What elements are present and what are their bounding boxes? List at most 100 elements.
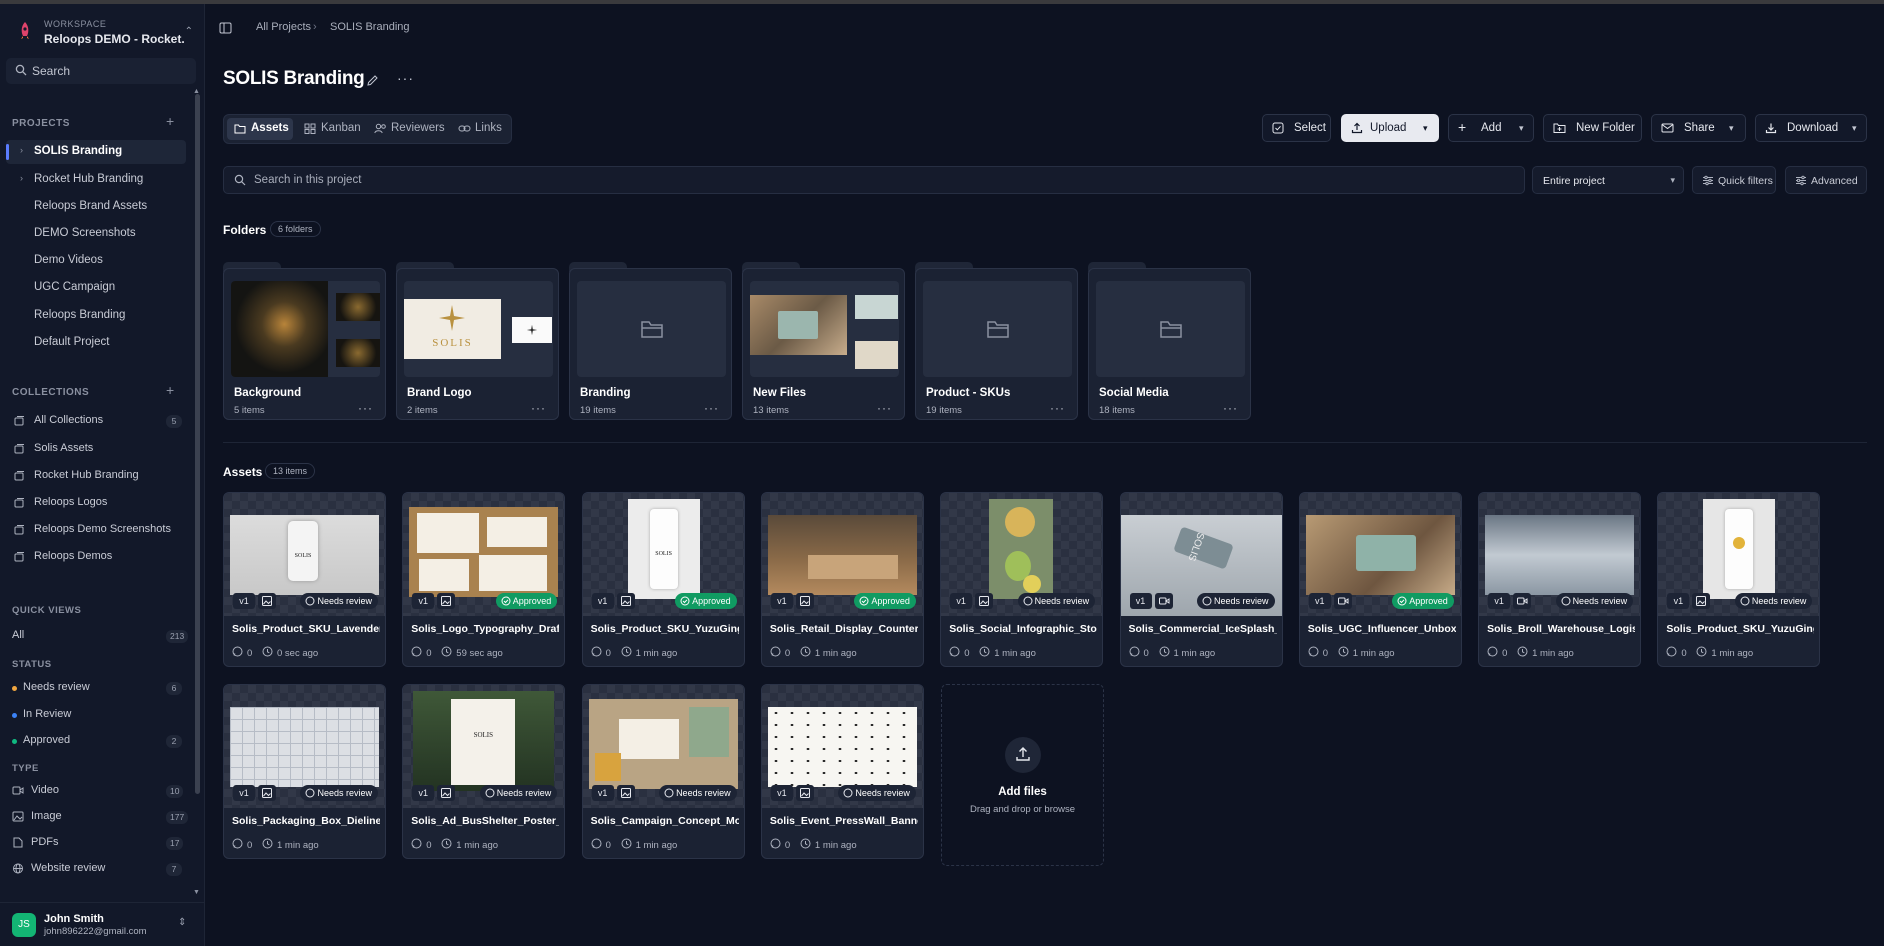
asset-card[interactable]: SOLIS v1 Needs review Solis_Commercial_IceS… (1119, 492, 1283, 667)
folder-card[interactable]: Social Media 18 items ··· (1088, 262, 1251, 420)
share-button[interactable]: Share ▾ (1651, 114, 1746, 142)
scroll-down-arrow-icon[interactable]: ▼ (193, 889, 200, 896)
sidebar-collection-rocket-hub-branding[interactable]: Rocket Hub Branding (6, 465, 186, 487)
new-folder-button[interactable]: New Folder (1543, 114, 1642, 142)
download-button[interactable]: Download ▾ (1755, 114, 1867, 142)
status-badge[interactable]: Needs review (659, 785, 737, 801)
quick-filters-button[interactable]: Quick filters (1692, 166, 1776, 194)
folder-card[interactable]: Branding 19 items ··· (569, 262, 732, 420)
user-menu[interactable]: JS John Smith john896222@gmail.com ⇕ (0, 902, 205, 946)
version-badge[interactable]: v1 (1129, 593, 1152, 609)
version-badge[interactable]: v1 (1308, 593, 1331, 609)
folder-card[interactable]: SOLIS Brand Logo 2 items ··· (396, 262, 559, 420)
status-needs-review[interactable]: Needs review 6 (6, 677, 186, 699)
asset-card[interactable]: SOLIS v1 Approved Solis_Product_SKU_YuzuGin… (581, 492, 745, 667)
sidebar-scrollbar-thumb[interactable] (195, 94, 200, 794)
breadcrumb-all-projects[interactable]: All Projects (256, 21, 311, 33)
status-badge[interactable]: Approved (675, 593, 737, 609)
type-pdfs[interactable]: PDFs 17 (6, 832, 186, 854)
status-badge[interactable]: Needs review (1734, 593, 1813, 609)
version-badge[interactable]: v1 (950, 593, 973, 609)
version-badge[interactable]: v1 (770, 785, 793, 801)
version-badge[interactable]: v1 (233, 785, 255, 801)
asset-card[interactable]: v1 Needs review Solis_Campaign_Concept_Moo… (581, 684, 745, 859)
sidebar-project-demo-videos[interactable]: Demo Videos (6, 249, 186, 273)
select-button[interactable]: Select (1262, 114, 1331, 142)
asset-card[interactable]: v1 Approved Solis_Logo_Typography_Draft_ 0 5… (402, 492, 566, 667)
folder-more-icon[interactable]: ··· (1223, 401, 1238, 415)
tab-assets[interactable]: Assets (227, 118, 293, 140)
workspace-switcher[interactable]: WORKSPACE Reloops DEMO - Rocket... ⌃ (10, 16, 195, 52)
folder-more-icon[interactable]: ··· (877, 401, 892, 415)
version-badge[interactable]: v1 (770, 593, 793, 609)
asset-card[interactable]: v1 Needs review Solis_Event_PressWall_Bann… (760, 684, 924, 859)
asset-card[interactable]: v1 Needs review Solis_Social_Infographic_S… (940, 492, 1104, 667)
add-collection-icon[interactable]: + (166, 382, 174, 398)
folder-more-icon[interactable]: ··· (1050, 401, 1065, 415)
type-website-review[interactable]: Website review 7 (6, 858, 186, 880)
chevron-down-icon[interactable]: ▾ (1852, 123, 1857, 134)
folder-more-icon[interactable]: ··· (704, 401, 719, 415)
version-badge[interactable]: v1 (233, 593, 255, 609)
version-badge[interactable]: v1 (1488, 593, 1511, 609)
chevron-down-icon[interactable]: ▾ (1519, 123, 1524, 134)
more-options-icon[interactable]: ··· (397, 70, 414, 86)
tab-links[interactable]: Links (451, 118, 507, 140)
sidebar-search-input[interactable]: Search (6, 58, 196, 84)
asset-card[interactable]: v1 Approved Solis_Retail_Display_Counter_v… (760, 492, 924, 667)
asset-card[interactable]: v1 Needs review Solis_Packaging_Box_Dielin… (223, 684, 386, 859)
status-badge[interactable]: Approved (854, 593, 916, 609)
version-badge[interactable]: v1 (412, 593, 435, 609)
sidebar-project-default-project[interactable]: Default Project (6, 331, 186, 355)
sidebar-project-demo-screenshots[interactable]: DEMO Screenshots (6, 222, 186, 246)
status-badge[interactable]: Needs review (1017, 593, 1096, 609)
asset-card[interactable]: SOLIS v1 Needs review Solis_Ad_BusShelter_P… (402, 684, 566, 859)
add-files-dropzone[interactable]: Add files Drag and drop or browse (941, 684, 1104, 866)
status-badge[interactable]: Approved (1392, 593, 1454, 609)
asset-card[interactable]: SOLIS v1 Needs review Solis_Product_SKU_Lav… (223, 492, 386, 667)
folder-more-icon[interactable]: ··· (531, 401, 546, 415)
type-image[interactable]: Image 177 (6, 806, 189, 828)
folder-card[interactable]: New Files 13 items ··· (742, 262, 905, 420)
status-approved[interactable]: Approved 2 (6, 730, 186, 752)
quick-view-all[interactable]: All 213 (6, 625, 189, 647)
status-in-review[interactable]: In Review (6, 704, 186, 726)
add-project-icon[interactable]: + (166, 113, 174, 129)
sidebar-collection-reloops-demo-screenshots[interactable]: Reloops Demo Screenshots (6, 519, 186, 541)
search-scope-select[interactable]: Entire project ▾ (1532, 166, 1684, 194)
folder-card[interactable]: Product - SKUs 19 items ··· (915, 262, 1078, 420)
chevron-down-icon[interactable]: ▾ (1423, 123, 1428, 134)
version-badge[interactable]: v1 (1667, 593, 1690, 609)
version-badge[interactable]: v1 (412, 785, 435, 801)
folder-more-icon[interactable]: ··· (358, 401, 373, 415)
asset-card[interactable]: v1 Approved Solis_UGC_Influencer_Unboxing 0… (1298, 492, 1462, 667)
folder-card[interactable]: Background 5 items ··· (223, 262, 386, 420)
project-search-input[interactable]: Search in this project (223, 166, 1525, 194)
upload-button[interactable]: Upload ▾ (1341, 114, 1439, 142)
sidebar-project-reloops-branding[interactable]: Reloops Branding (6, 304, 186, 328)
type-video[interactable]: Video 10 (6, 780, 186, 802)
status-badge[interactable]: Needs review (1196, 593, 1275, 609)
status-badge[interactable]: Needs review (300, 593, 378, 609)
status-badge[interactable]: Needs review (300, 785, 378, 801)
sidebar-project-rocket-hub-branding[interactable]: › Rocket Hub Branding (6, 168, 186, 192)
status-badge[interactable]: Needs review (1555, 593, 1634, 609)
tab-kanban[interactable]: Kanban (297, 118, 363, 140)
sidebar-project-solis-branding[interactable]: › SOLIS Branding (6, 140, 186, 164)
sidebar-project-ugc-campaign[interactable]: UGC Campaign (6, 276, 186, 300)
sidebar-collection-all[interactable]: All Collections 5 (6, 410, 186, 432)
sidebar-toggle-icon[interactable] (219, 22, 232, 34)
tab-reviewers[interactable]: Reviewers (367, 118, 447, 140)
sidebar-collection-solis-assets[interactable]: Solis Assets (6, 438, 186, 460)
add-button[interactable]: + Add ▾ (1448, 114, 1534, 142)
status-badge[interactable]: Needs review (479, 785, 558, 801)
sidebar-collection-reloops-demos[interactable]: Reloops Demos (6, 546, 186, 568)
version-badge[interactable]: v1 (591, 785, 614, 801)
chevron-down-icon[interactable]: ▾ (1729, 123, 1734, 134)
sidebar-project-reloops-brand-assets[interactable]: Reloops Brand Assets (6, 195, 186, 219)
asset-card[interactable]: v1 Needs review Solis_Product_SKU_YuzuGing… (1657, 492, 1821, 667)
version-badge[interactable]: v1 (591, 593, 614, 609)
edit-pencil-icon[interactable] (366, 74, 379, 87)
status-badge[interactable]: Approved (495, 593, 558, 609)
sidebar-collection-reloops-logos[interactable]: Reloops Logos (6, 492, 186, 514)
